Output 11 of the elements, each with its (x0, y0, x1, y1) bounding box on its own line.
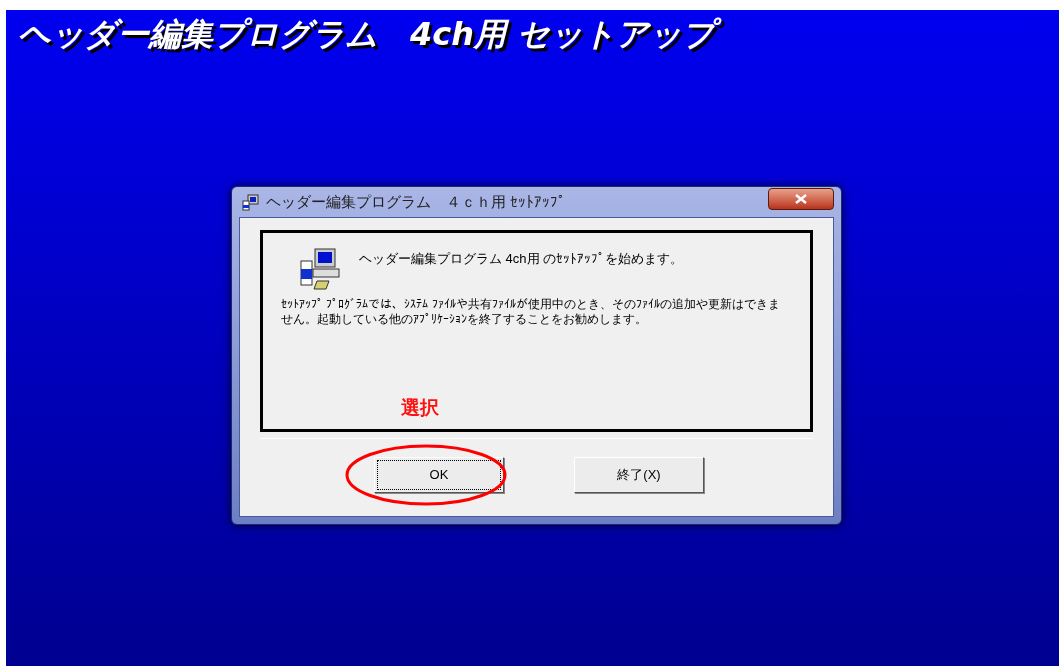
close-button[interactable] (768, 188, 834, 210)
dialog-button[interactable]: OK (374, 457, 504, 493)
computer-icon (242, 193, 260, 211)
close-icon (795, 194, 807, 204)
setup-heading: ヘッダー編集プログラム 4ch用 のｾｯﾄｱｯﾌﾟを始めます。 (359, 250, 684, 268)
computer-icon (299, 247, 343, 291)
banner-title: ヘッダー編集プログラム 4ch用 セットアップ (6, 10, 1059, 56)
annotation-label: 選択 (401, 397, 439, 419)
setup-message: ｾｯﾄｱｯﾌﾟ ﾌﾟﾛｸﾞﾗﾑでは、ｼｽﾃﾑ ﾌｧｲﾙや共有ﾌｧｲﾙが使用中のとき、そのﾌｧｲﾙの追加や更新はできません。起動している他のｱﾌﾟﾘｹｰｼｮﾝを終了することをお勧めします。 (281, 297, 781, 327)
dialog-button[interactable]: 終了(X) (574, 457, 704, 493)
dialog-title: ヘッダー編集プログラム ４ｃｈ用 ｾｯﾄｱｯﾌﾟ (266, 191, 567, 212)
